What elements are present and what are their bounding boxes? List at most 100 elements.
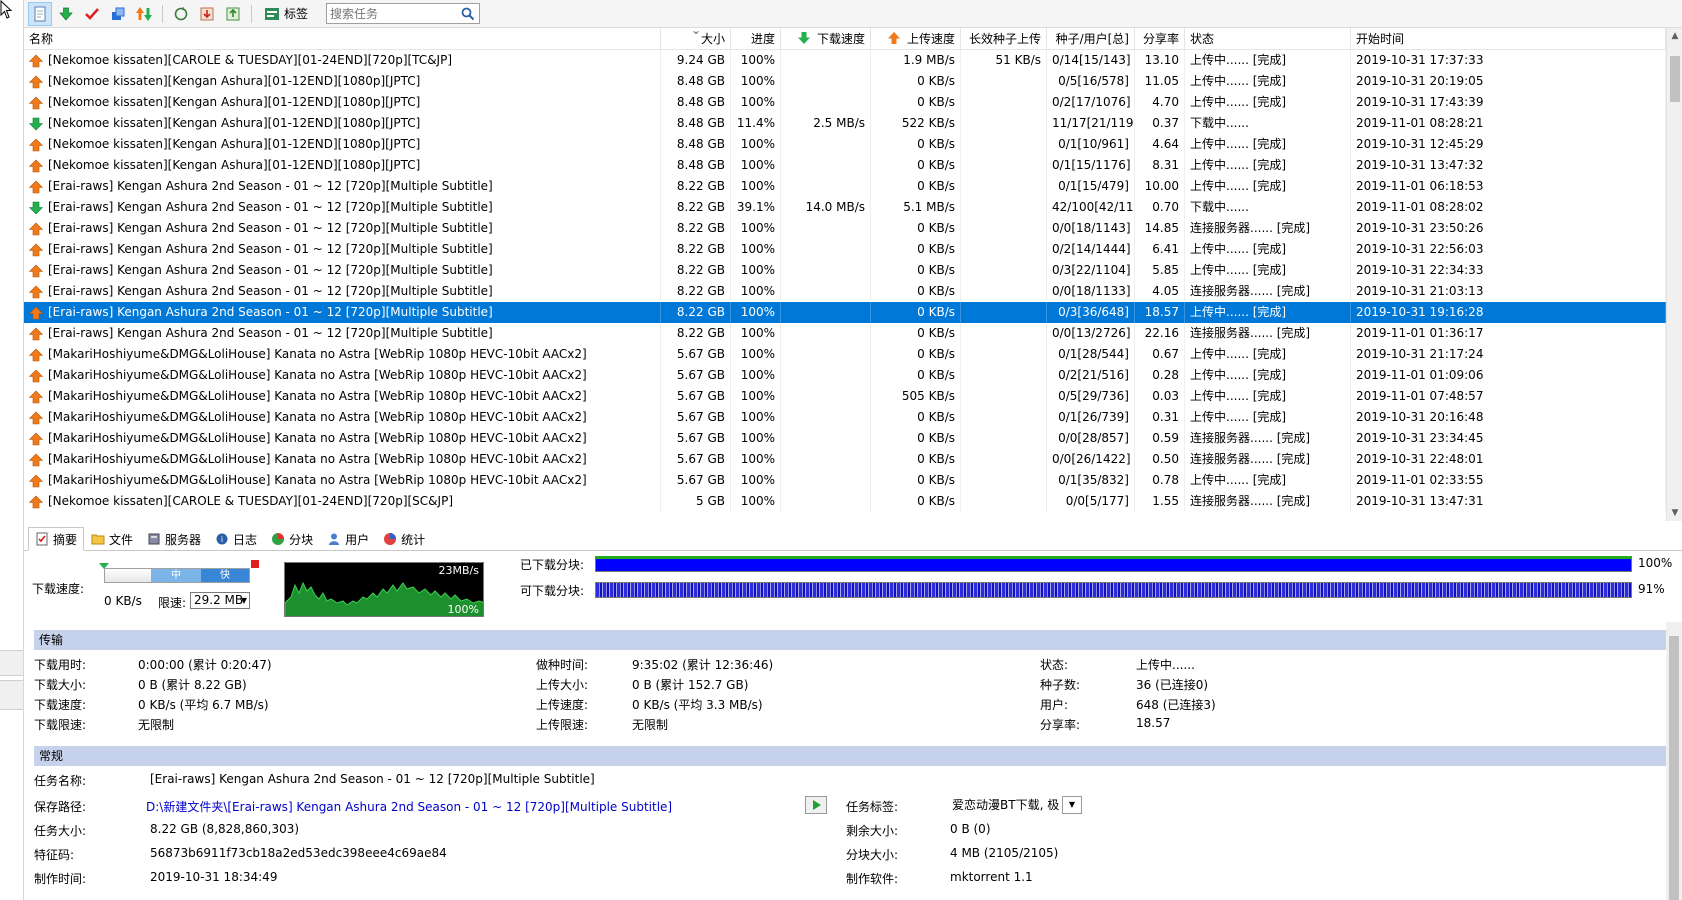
copy-button[interactable] xyxy=(106,2,130,26)
search-input[interactable] xyxy=(327,4,454,23)
task-progress-cell: 100% xyxy=(731,134,781,155)
task-tag-select[interactable]: 爱恋动漫BT下载, 极 ▼ xyxy=(952,796,1082,814)
transfer-value: 0 B (累计 8.22 GB) xyxy=(138,678,247,692)
transfer-section-header: 传输 xyxy=(34,630,1666,650)
scroll-down-icon[interactable]: ▼ xyxy=(1670,508,1680,518)
chevron-down-icon[interactable]: ▼ xyxy=(1062,796,1082,814)
task-name-cell: [Nekomoe kissaten][Kengan Ashura][01-12E… xyxy=(24,92,661,113)
search-box[interactable] xyxy=(326,3,481,24)
task-start-cell: 2019-11-01 02:33:55 xyxy=(1351,470,1666,491)
slider-fast-segment[interactable]: 快 xyxy=(201,569,249,582)
info-scrollbar-thumb[interactable] xyxy=(1669,636,1679,900)
task-longup-cell xyxy=(961,428,1047,449)
complete-button[interactable] xyxy=(80,2,104,26)
task-row[interactable]: [Erai-raws] Kengan Ashura 2nd Season - 0… xyxy=(24,218,1666,239)
tab-files[interactable]: 文件 xyxy=(84,528,140,550)
task-up-cell: 0 KB/s xyxy=(871,323,961,344)
info-scrollbar[interactable] xyxy=(1666,622,1682,900)
header-col-long-seed-up[interactable]: 长效种子上传 xyxy=(961,28,1047,50)
start-button[interactable] xyxy=(54,2,78,26)
speed-limit-select[interactable]: 29.2 MB ▼ xyxy=(190,592,250,609)
task-progress-cell: 100% xyxy=(731,386,781,407)
task-row[interactable]: [Erai-raws] Kengan Ashura 2nd Season - 0… xyxy=(24,260,1666,281)
task-peers-cell: 0/3[22/1104] xyxy=(1047,260,1135,281)
task-row[interactable]: [Erai-raws] Kengan Ashura 2nd Season - 0… xyxy=(24,281,1666,302)
task-status-cell: 上传中...... [完成] xyxy=(1185,92,1351,113)
header-col-start-time[interactable]: 开始时间 xyxy=(1351,28,1666,50)
tag-button[interactable]: 标签 xyxy=(258,3,314,25)
left-panel-item[interactable] xyxy=(0,650,23,676)
task-row[interactable]: [MakariHoshiyume&DMG&LoliHouse] Kanata n… xyxy=(24,470,1666,491)
left-panel-item[interactable] xyxy=(0,680,23,710)
task-row[interactable]: [Erai-raws] Kengan Ashura 2nd Season - 0… xyxy=(24,323,1666,344)
task-row[interactable]: [Erai-raws] Kengan Ashura 2nd Season - 0… xyxy=(24,176,1666,197)
header-col-status[interactable]: 状态 xyxy=(1185,28,1351,50)
tab-server[interactable]: 服务器 xyxy=(140,528,208,550)
refresh-button[interactable] xyxy=(169,2,193,26)
header-col-down-speed[interactable]: 下载速度 xyxy=(781,28,871,50)
open-folder-button[interactable] xyxy=(805,796,827,814)
new-task-button[interactable] xyxy=(28,1,52,26)
task-longup-cell xyxy=(961,239,1047,260)
task-status-cell: 上传中...... [完成] xyxy=(1185,365,1351,386)
transfer-value: 0 KB/s (平均 6.7 MB/s) xyxy=(138,698,269,712)
header-col-ratio[interactable]: 分享率 xyxy=(1135,28,1185,50)
task-start-cell: 2019-11-01 01:09:06 xyxy=(1351,365,1666,386)
tab-stats[interactable]: 统计 xyxy=(376,528,432,550)
header-col-size[interactable]: 大小 ⌄ xyxy=(661,28,731,50)
task-row[interactable]: [Erai-raws] Kengan Ashura 2nd Season - 0… xyxy=(24,239,1666,260)
remaining-value: 0 B (0) xyxy=(950,822,991,836)
task-row[interactable]: [Nekomoe kissaten][CAROLE & TUESDAY][01-… xyxy=(24,50,1666,71)
task-row[interactable]: [Nekomoe kissaten][Kengan Ashura][01-12E… xyxy=(24,155,1666,176)
task-row[interactable]: [Nekomoe kissaten][Kengan Ashura][01-12E… xyxy=(24,134,1666,155)
task-row[interactable]: [MakariHoshiyume&DMG&LoliHouse] Kanata n… xyxy=(24,428,1666,449)
task-ratio-cell: 0.59 xyxy=(1135,428,1185,449)
task-row[interactable]: [Nekomoe kissaten][Kengan Ashura][01-12E… xyxy=(24,92,1666,113)
task-down-cell: 14.0 MB/s xyxy=(781,197,871,218)
task-down-cell xyxy=(781,365,871,386)
task-peers-cell: 0/2[14/1444] xyxy=(1047,239,1135,260)
task-down-cell xyxy=(781,155,871,176)
header-col-peers[interactable]: 种子/用户[总] xyxy=(1047,28,1135,50)
speed-mode-slider[interactable]: 中 快 xyxy=(104,568,250,583)
header-col-up-speed[interactable]: 上传速度 xyxy=(871,28,961,50)
task-name-cell: [Erai-raws] Kengan Ashura 2nd Season - 0… xyxy=(24,260,661,281)
task-row[interactable]: [Erai-raws] Kengan Ashura 2nd Season - 0… xyxy=(24,197,1666,218)
tab-peers[interactable]: 用户 xyxy=(320,528,376,550)
task-status-cell: 连接服务器...... [完成] xyxy=(1185,218,1351,239)
export-button[interactable] xyxy=(221,2,245,26)
tab-summary[interactable]: 摘要 xyxy=(28,527,85,551)
header-label: 长效种子上传 xyxy=(968,32,1041,46)
checkmark-icon xyxy=(85,7,99,20)
header-col-progress[interactable]: 进度 xyxy=(731,28,781,50)
import-button[interactable] xyxy=(195,2,219,26)
task-list-scrollbar[interactable]: ▲ ▼ xyxy=(1666,28,1682,521)
task-longup-cell xyxy=(961,176,1047,197)
task-row[interactable]: [Erai-raws] Kengan Ashura 2nd Season - 0… xyxy=(24,302,1666,323)
task-row[interactable]: [Nekomoe kissaten][Kengan Ashura][01-12E… xyxy=(24,71,1666,92)
task-name: [MakariHoshiyume&DMG&LoliHouse] Kanata n… xyxy=(48,452,587,466)
scrollbar-thumb[interactable] xyxy=(1670,56,1680,102)
task-row[interactable]: [MakariHoshiyume&DMG&LoliHouse] Kanata n… xyxy=(24,386,1666,407)
scroll-up-icon[interactable]: ▲ xyxy=(1670,31,1680,41)
task-name: [Nekomoe kissaten][Kengan Ashura][01-12E… xyxy=(48,74,421,88)
up-down-button[interactable] xyxy=(132,2,156,26)
tab-log[interactable]: i 日志 xyxy=(208,528,264,550)
task-status-cell: 上传中...... [完成] xyxy=(1185,176,1351,197)
hash-label: 特征码: xyxy=(34,848,75,862)
task-longup-cell xyxy=(961,386,1047,407)
slider-mid-segment[interactable]: 中 xyxy=(151,569,201,582)
task-row[interactable]: [MakariHoshiyume&DMG&LoliHouse] Kanata n… xyxy=(24,449,1666,470)
task-row[interactable]: [Nekomoe kissaten][CAROLE & TUESDAY][01-… xyxy=(24,491,1666,512)
task-peers-cell: 0/0[26/1422] xyxy=(1047,449,1135,470)
task-row[interactable]: [Nekomoe kissaten][Kengan Ashura][01-12E… xyxy=(24,113,1666,134)
tab-pieces[interactable]: 分块 xyxy=(264,528,320,550)
header-col-name[interactable]: 名称 xyxy=(24,28,661,50)
task-name: [Erai-raws] Kengan Ashura 2nd Season - 0… xyxy=(48,263,493,277)
save-path-link[interactable]: D:\新建文件夹\[Erai-raws] Kengan Ashura 2nd S… xyxy=(146,798,672,815)
task-row[interactable]: [MakariHoshiyume&DMG&LoliHouse] Kanata n… xyxy=(24,407,1666,428)
search-icon[interactable] xyxy=(461,7,475,21)
task-row[interactable]: [MakariHoshiyume&DMG&LoliHouse] Kanata n… xyxy=(24,344,1666,365)
task-row[interactable]: [MakariHoshiyume&DMG&LoliHouse] Kanata n… xyxy=(24,365,1666,386)
task-name: [Nekomoe kissaten][Kengan Ashura][01-12E… xyxy=(48,95,421,109)
